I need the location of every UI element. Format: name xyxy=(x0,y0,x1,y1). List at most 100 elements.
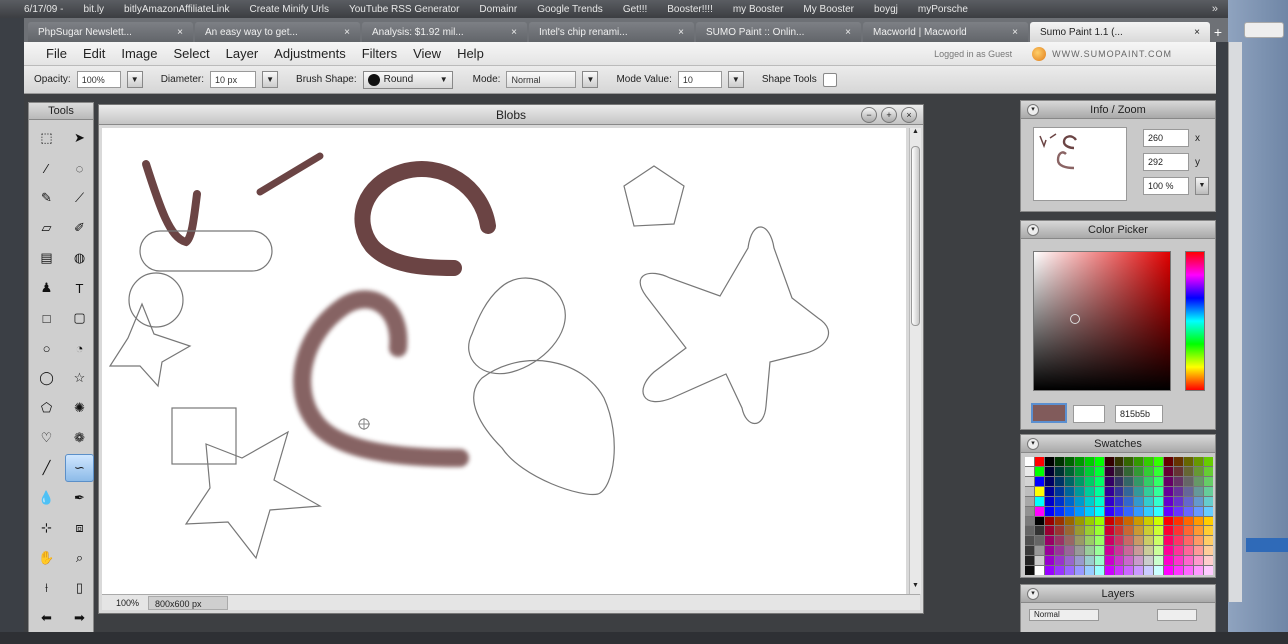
rectangle-icon[interactable]: □ xyxy=(32,304,61,332)
color-swatch[interactable] xyxy=(1064,566,1074,575)
color-swatch[interactable] xyxy=(1025,457,1034,466)
color-swatch[interactable] xyxy=(1184,526,1194,536)
tab-close-icon[interactable]: × xyxy=(845,27,851,38)
menu-view[interactable]: View xyxy=(411,46,455,61)
color-swatch[interactable] xyxy=(1184,457,1194,466)
eraser-icon[interactable]: ▱ xyxy=(32,214,61,242)
color-swatch[interactable] xyxy=(1114,506,1124,516)
color-swatch[interactable] xyxy=(1025,476,1034,486)
color-swatch[interactable] xyxy=(1154,486,1164,496)
drop-icon[interactable]: 💧 xyxy=(32,484,61,512)
color-swatch[interactable] xyxy=(1034,566,1044,575)
color-swatch[interactable] xyxy=(1084,536,1094,546)
color-swatch[interactable] xyxy=(1164,486,1174,496)
move-icon[interactable]: ➤ xyxy=(65,124,94,152)
color-swatch[interactable] xyxy=(1184,496,1194,506)
layer-opacity-field[interactable] xyxy=(1157,609,1197,621)
magic-wand-icon[interactable]: ⁄ xyxy=(32,154,61,182)
tab-close-icon[interactable]: × xyxy=(511,27,517,38)
color-swatch[interactable] xyxy=(1144,506,1154,516)
color-swatch[interactable] xyxy=(1054,556,1064,566)
color-swatch[interactable] xyxy=(1094,476,1104,486)
smudge-icon[interactable]: ✐ xyxy=(65,214,94,242)
color-swatch[interactable] xyxy=(1104,466,1114,476)
close-icon[interactable]: × xyxy=(901,107,917,123)
menu-filters[interactable]: Filters xyxy=(360,46,411,61)
document-titlebar[interactable]: Blobs − + × xyxy=(99,105,923,125)
color-swatch[interactable] xyxy=(1084,466,1094,476)
color-swatch[interactable] xyxy=(1054,466,1064,476)
saturation-value-field[interactable] xyxy=(1033,251,1171,391)
pie-icon[interactable]: ◔ xyxy=(65,334,94,362)
color-swatch[interactable] xyxy=(1094,506,1104,516)
color-swatch[interactable] xyxy=(1124,556,1134,566)
color-swatch[interactable] xyxy=(1054,536,1064,546)
bookmark-item[interactable]: my Booster xyxy=(723,4,794,15)
menu-image[interactable]: Image xyxy=(119,46,171,61)
color-swatch[interactable] xyxy=(1164,457,1174,466)
color-swatch[interactable] xyxy=(1054,457,1064,466)
rect-select-icon[interactable]: ▯ xyxy=(65,574,94,602)
color-swatch[interactable] xyxy=(1114,536,1124,546)
color-swatch[interactable] xyxy=(1074,466,1084,476)
bookmark-item[interactable]: Get!!! xyxy=(613,4,657,15)
collapse-icon[interactable]: ▾ xyxy=(1027,438,1039,450)
bookmarks-overflow-icon[interactable]: » xyxy=(1212,3,1218,15)
color-swatch[interactable] xyxy=(1154,457,1164,466)
color-swatch[interactable] xyxy=(1025,566,1034,575)
color-swatch[interactable] xyxy=(1074,526,1084,536)
color-swatch[interactable] xyxy=(1094,496,1104,506)
line-icon[interactable]: ╱ xyxy=(32,454,61,482)
bookmark-item[interactable]: myPorsche xyxy=(908,4,978,15)
color-swatch[interactable] xyxy=(1204,516,1213,526)
color-swatch[interactable] xyxy=(1144,546,1154,556)
color-swatch[interactable] xyxy=(1164,526,1174,536)
color-swatch[interactable] xyxy=(1124,496,1134,506)
color-swatch[interactable] xyxy=(1025,546,1034,556)
browser-tab[interactable]: Intel's chip renami... × xyxy=(529,22,694,42)
color-swatch[interactable] xyxy=(1054,546,1064,556)
color-swatch[interactable] xyxy=(1104,457,1114,466)
color-swatch[interactable] xyxy=(1044,457,1054,466)
info-zoom-header[interactable]: ▾ Info / Zoom xyxy=(1021,101,1215,119)
bookmark-item[interactable]: My Booster xyxy=(793,4,864,15)
color-swatch[interactable] xyxy=(1064,486,1074,496)
color-swatch[interactable] xyxy=(1094,457,1104,466)
color-swatch[interactable] xyxy=(1204,476,1213,486)
color-swatch[interactable] xyxy=(1194,566,1204,575)
color-swatch[interactable] xyxy=(1134,496,1144,506)
hand-icon[interactable]: ✋ xyxy=(32,544,61,572)
crop-icon[interactable]: ⊹ xyxy=(32,514,61,542)
color-swatch[interactable] xyxy=(1184,556,1194,566)
color-swatch[interactable] xyxy=(1114,457,1124,466)
tab-close-icon[interactable]: × xyxy=(344,27,350,38)
color-swatch[interactable] xyxy=(1134,516,1144,526)
color-swatch[interactable] xyxy=(1204,496,1213,506)
browser-tab[interactable]: Sumo Paint 1.1 (... × xyxy=(1030,22,1210,42)
color-swatch[interactable] xyxy=(1124,457,1134,466)
color-swatch[interactable] xyxy=(1114,486,1124,496)
color-swatch[interactable] xyxy=(1034,496,1044,506)
color-cursor[interactable] xyxy=(1070,314,1080,324)
hex-color-input[interactable]: 815b5b xyxy=(1115,405,1163,423)
color-swatch[interactable] xyxy=(1164,506,1174,516)
paint-bucket-icon[interactable]: ◍ xyxy=(65,244,94,272)
color-swatch[interactable] xyxy=(1084,516,1094,526)
burst-icon[interactable]: ✺ xyxy=(65,394,94,422)
tab-close-icon[interactable]: × xyxy=(1012,27,1018,38)
color-swatch[interactable] xyxy=(1074,486,1084,496)
tab-close-icon[interactable]: × xyxy=(1194,27,1200,38)
bookmark-item[interactable]: Domainr xyxy=(469,4,527,15)
color-swatch[interactable] xyxy=(1134,486,1144,496)
color-swatch[interactable] xyxy=(1194,496,1204,506)
color-swatch[interactable] xyxy=(1124,526,1134,536)
collapse-icon[interactable]: ▾ xyxy=(1027,224,1039,236)
color-swatch[interactable] xyxy=(1034,516,1044,526)
ellipse-icon[interactable]: ○ xyxy=(32,334,61,362)
canvas-vertical-scrollbar[interactable]: ▲ ▼ xyxy=(909,128,921,594)
color-swatch[interactable] xyxy=(1134,476,1144,486)
menu-file[interactable]: File xyxy=(44,46,81,61)
color-swatch[interactable] xyxy=(1174,496,1184,506)
color-swatch[interactable] xyxy=(1044,466,1054,476)
color-swatch[interactable] xyxy=(1104,566,1114,575)
